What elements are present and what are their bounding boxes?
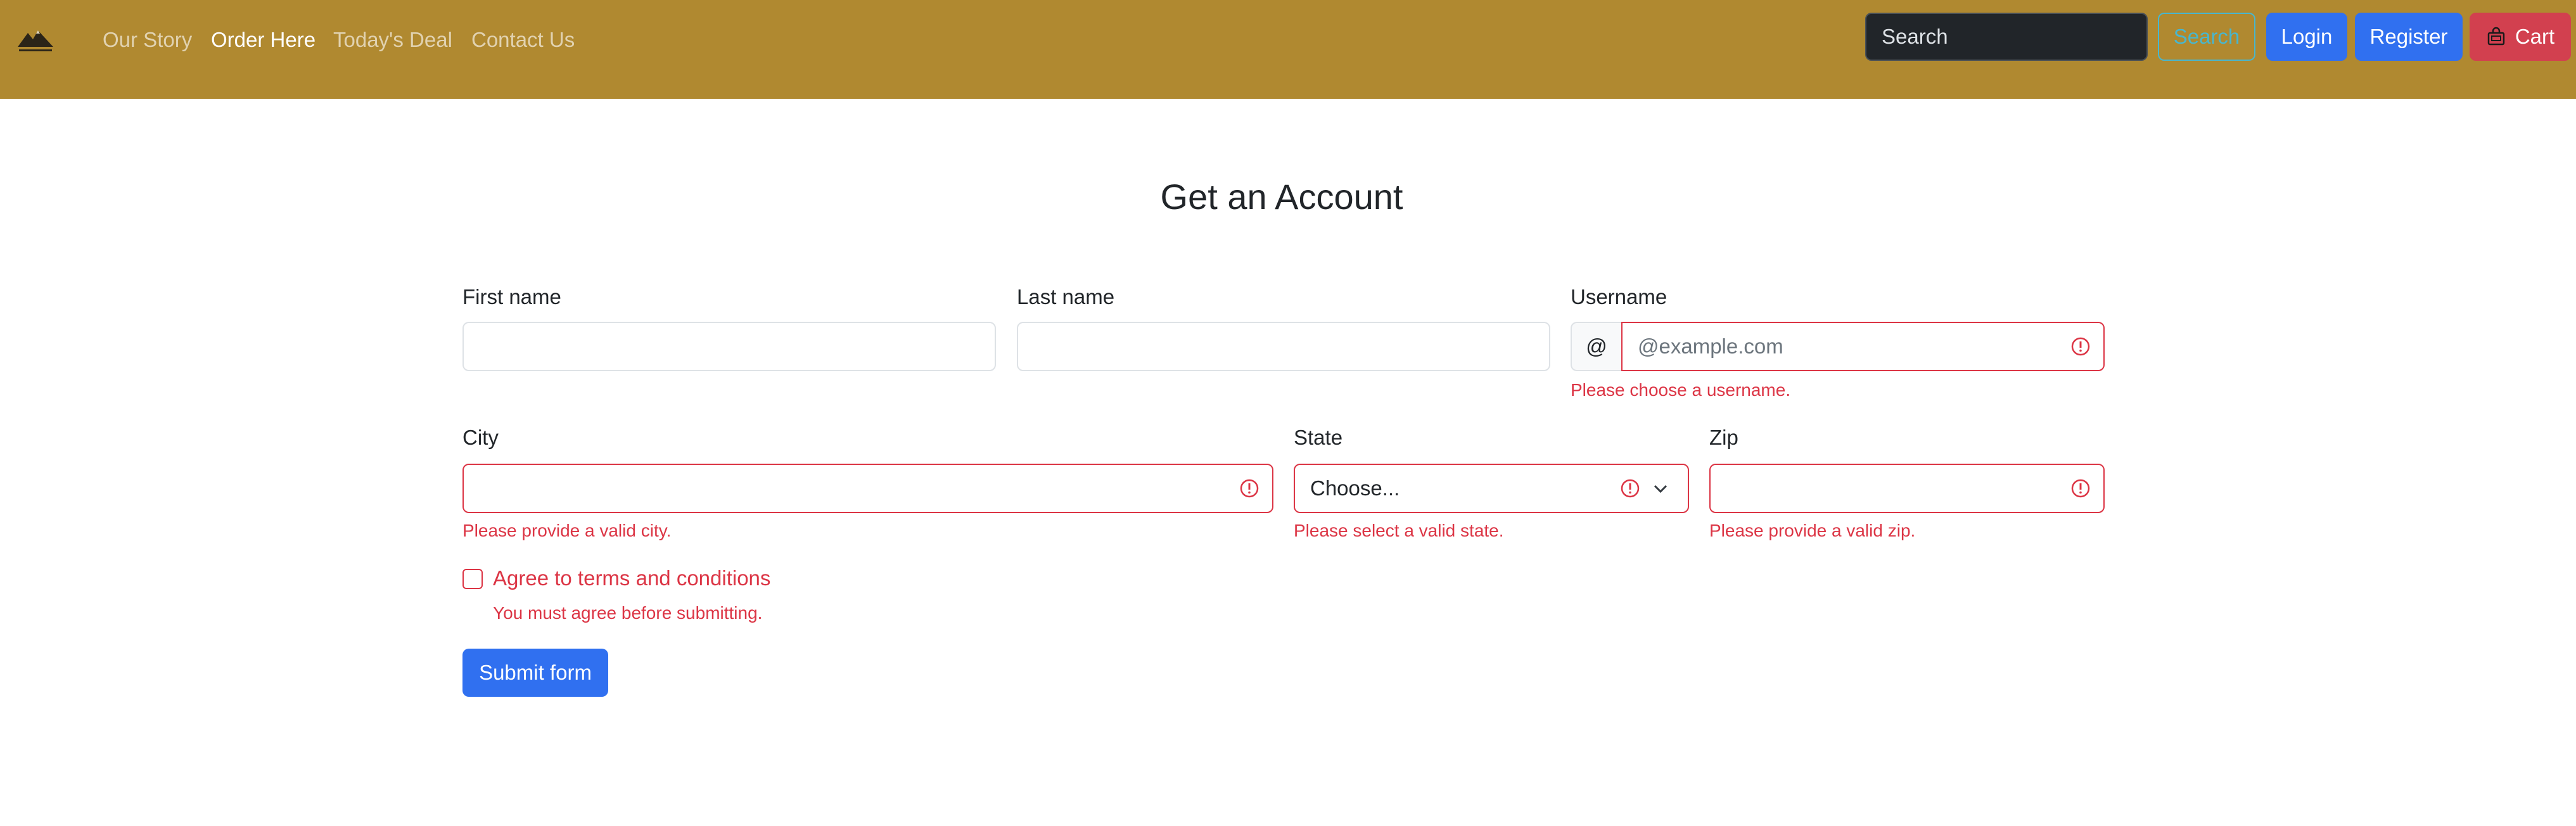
nav-link-our-story[interactable]: Our Story — [103, 25, 192, 54]
last-name-field[interactable] — [1017, 322, 1550, 371]
register-button[interactable]: Register — [2355, 13, 2463, 61]
zip-field[interactable] — [1709, 464, 2105, 513]
state-selected-value: Choose... — [1310, 476, 1400, 500]
first-name-field[interactable] — [462, 322, 996, 371]
search-button[interactable]: Search — [2158, 13, 2255, 61]
page-title: Get an Account — [1160, 177, 1403, 217]
terms-label[interactable]: Agree to terms and conditions — [493, 566, 770, 590]
cart-button[interactable]: Cart — [2470, 13, 2571, 61]
cart-button-label: Cart — [2515, 25, 2555, 48]
alert-circle-icon — [1621, 479, 1640, 498]
state-label: State — [1294, 426, 1343, 449]
cart-icon — [2487, 27, 2505, 46]
username-field[interactable] — [1621, 322, 2105, 371]
navbar: Our Story Order Here Today's Deal Contac… — [0, 0, 2576, 99]
alert-circle-icon — [2071, 337, 2090, 356]
username-prefix: @ — [1571, 322, 1621, 371]
alert-circle-icon — [1240, 479, 1259, 498]
first-name-label: First name — [462, 285, 561, 308]
login-button[interactable]: Login — [2266, 13, 2347, 61]
nav-link-order-here[interactable]: Order Here — [211, 25, 316, 54]
terms-checkbox[interactable] — [462, 569, 483, 589]
city-feedback: Please provide a valid city. — [462, 521, 672, 540]
terms-feedback: You must agree before submitting. — [493, 603, 763, 623]
zip-feedback: Please provide a valid zip. — [1709, 521, 1916, 540]
chevron-down-icon — [1654, 485, 1667, 493]
state-feedback: Please select a valid state. — [1294, 521, 1504, 540]
city-label: City — [462, 426, 499, 449]
mountain-logo-icon[interactable] — [15, 25, 56, 54]
submit-form-button[interactable]: Submit form — [462, 649, 608, 697]
last-name-label: Last name — [1017, 285, 1115, 308]
nav-link-contact-us[interactable]: Contact Us — [471, 25, 575, 54]
username-feedback: Please choose a username. — [1571, 380, 1791, 400]
city-field[interactable] — [462, 464, 1273, 513]
search-input[interactable] — [1865, 13, 2148, 61]
username-label: Username — [1571, 285, 1667, 308]
nav-link-todays-deal[interactable]: Today's Deal — [333, 25, 452, 54]
alert-circle-icon — [2071, 479, 2090, 498]
zip-label: Zip — [1709, 426, 1738, 449]
